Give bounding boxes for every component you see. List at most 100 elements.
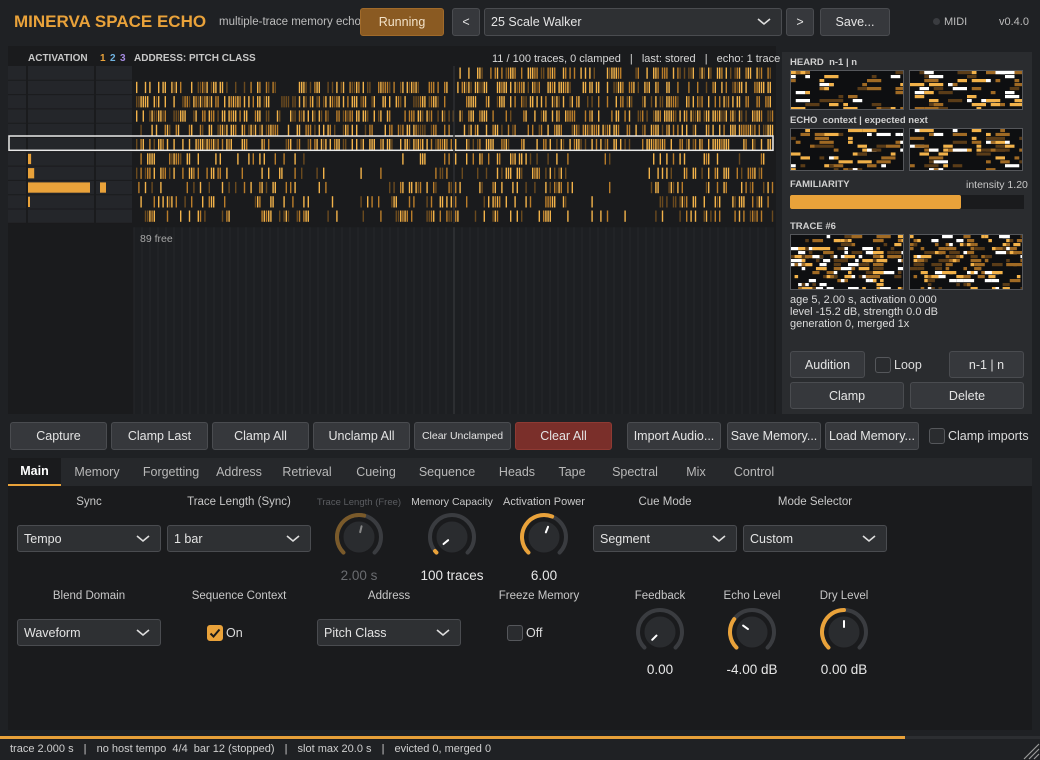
spectrum-cell — [800, 71, 806, 75]
chevron-down-icon — [712, 534, 726, 542]
spectrum-cell — [901, 239, 903, 243]
spectrum-cell — [872, 255, 881, 259]
familiarity-meter — [790, 195, 1024, 209]
tab-address[interactable]: Address — [209, 458, 269, 486]
spectrum-cell — [851, 275, 856, 279]
spectrum-cell — [901, 259, 903, 263]
trace-length-sync-select[interactable]: 1 bar — [167, 525, 311, 552]
spectrum-cell — [848, 95, 858, 99]
chevron-down-icon — [862, 534, 876, 542]
spectrum-cell — [970, 239, 975, 243]
cue-mode-select[interactable]: Segment — [593, 525, 737, 552]
clamp-all-button[interactable]: Clamp All — [212, 422, 309, 450]
tab-mix[interactable]: Mix — [673, 458, 719, 486]
tab-sequence[interactable]: Sequence — [407, 458, 487, 486]
spectrum-cell — [871, 75, 877, 79]
load-memory-button[interactable]: Load Memory... — [825, 422, 919, 450]
tab-forgetting[interactable]: Forgetting — [133, 458, 209, 486]
spectrum-cell — [1013, 243, 1021, 247]
echo-level-knob[interactable] — [727, 607, 777, 657]
spectrum-cell — [952, 140, 967, 144]
spectrum-cell — [815, 259, 820, 263]
spectrum-cell — [1020, 235, 1022, 239]
spectrum-cell — [880, 287, 891, 289]
address-param-label: Address — [367, 590, 411, 602]
activation-power-knob[interactable] — [519, 512, 569, 562]
spectrum-cell — [970, 263, 975, 267]
knob-value-arc — [433, 549, 439, 555]
tab-heads[interactable]: Heads — [487, 458, 547, 486]
save-preset-button[interactable]: Save... — [820, 8, 890, 36]
resize-grip-icon[interactable] — [1020, 740, 1040, 760]
tab-spectral[interactable]: Spectral — [597, 458, 673, 486]
freeze-memory-checkbox[interactable] — [507, 625, 523, 641]
spectrum-cell — [919, 152, 929, 156]
clamp-trace-button[interactable]: Clamp — [790, 382, 904, 409]
spectrum-cell — [824, 132, 839, 137]
preset-value: 25 Scale Walker — [491, 15, 582, 29]
spectrum-cell — [963, 267, 967, 271]
spectrum-cell — [829, 164, 834, 168]
mode-selector-select[interactable]: Custom — [743, 525, 887, 552]
trace-length-free-knob[interactable] — [334, 512, 384, 562]
tab-memory[interactable]: Memory — [61, 458, 133, 486]
clear-unclamped-button[interactable]: Clear Unclamped — [414, 422, 511, 450]
spectrum-cell — [995, 132, 1010, 137]
import-audio-button[interactable]: Import Audio... — [627, 422, 721, 450]
spectrum-cell — [826, 271, 834, 275]
tab-control[interactable]: Control — [719, 458, 789, 486]
spectrum-cell — [970, 271, 975, 275]
address-select[interactable]: Pitch Class — [317, 619, 461, 646]
spectrum-cell — [914, 107, 925, 109]
knob-body — [527, 520, 561, 554]
prev-preset-button[interactable]: < — [452, 8, 480, 36]
memory-capacity-knob[interactable] — [427, 512, 477, 562]
tab-tape[interactable]: Tape — [547, 458, 597, 486]
feedback-label: Feedback — [634, 590, 686, 602]
activation-power-value: 6.00 — [530, 568, 558, 583]
spectrum-cell — [830, 275, 834, 279]
status-tempo: no host tempo 4/4 bar 12 (stopped) — [96, 743, 275, 755]
spectrum-cell — [838, 160, 853, 164]
spectrum-cell — [924, 251, 935, 255]
unclamp-all-button[interactable]: Unclamp All — [313, 422, 410, 450]
blend-domain-value: Waveform — [24, 625, 81, 640]
clamp-imports-checkbox[interactable] — [929, 428, 945, 444]
tab-main[interactable]: Main — [8, 458, 61, 486]
next-preset-button[interactable]: > — [786, 8, 814, 36]
capture-button[interactable]: Capture — [10, 422, 107, 450]
tab-retrieval[interactable]: Retrieval — [269, 458, 345, 486]
clear-all-button[interactable]: Clear All — [515, 422, 612, 450]
preset-select[interactable]: 25 Scale Walker — [484, 8, 782, 36]
blend-domain-select[interactable]: Waveform — [17, 619, 161, 646]
feedback-knob[interactable] — [635, 607, 685, 657]
spectrum-cell — [952, 259, 957, 263]
spectrum-cell — [890, 152, 896, 156]
tab-cueing[interactable]: Cueing — [345, 458, 407, 486]
memory-grid[interactable] — [8, 66, 776, 414]
spectrum-cell — [883, 243, 888, 247]
trace-view-toggle-button[interactable]: n-1 | n — [949, 351, 1024, 378]
running-button[interactable]: Running — [360, 8, 444, 36]
save-memory-button[interactable]: Save Memory... — [727, 422, 821, 450]
spectrum-cell — [933, 160, 948, 164]
spectrum-cell — [931, 239, 939, 243]
spectrum-cell — [894, 243, 902, 247]
status-evicted: evicted 0, merged 0 — [394, 743, 492, 755]
status-last: last: stored — [641, 53, 696, 65]
clamp-last-button[interactable]: Clamp Last — [111, 422, 208, 450]
spectrum-cell — [887, 251, 891, 255]
dry-level-knob[interactable] — [819, 607, 869, 657]
sequence-context-checkbox[interactable] — [207, 625, 223, 641]
trace-length-free-value: 2.00 s — [340, 568, 378, 583]
sync-select[interactable]: Tempo — [17, 525, 161, 552]
spectrum-cell — [995, 79, 1001, 83]
spectrum-cell — [819, 247, 831, 251]
trace-row — [136, 167, 763, 179]
audition-button[interactable]: Audition — [790, 351, 865, 378]
status-slot: slot max 20.0 s — [297, 743, 372, 755]
delete-trace-button[interactable]: Delete — [910, 382, 1024, 409]
spectrum-cell — [988, 275, 996, 279]
activation-bar — [28, 153, 32, 165]
loop-checkbox[interactable] — [875, 357, 891, 373]
